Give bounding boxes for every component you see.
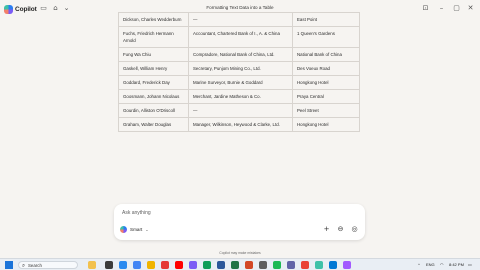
table-cell-name: Fuchs, Friedrich Hermann Arnold: [118, 27, 188, 47]
table-row: Dickson, Charles Wedderburn — East Point: [118, 12, 360, 27]
add-icon[interactable]: +: [322, 225, 331, 234]
window-title: Formatting Text Data into a Table: [206, 5, 274, 10]
app-icon-green[interactable]: [203, 261, 211, 269]
app-icon-violet[interactable]: [343, 261, 351, 269]
table-cell-occupation: —: [188, 104, 292, 117]
table-cell-address: National Bank of China: [292, 48, 360, 61]
table-cell-occupation: Manager, Wilkinson, Heywood & Clarke, Lt…: [188, 118, 292, 131]
table-cell-name: Gourdin, Alliston O'Driscoll: [118, 104, 188, 117]
language-indicator[interactable]: ENG: [426, 261, 435, 269]
table-row: Goddard, Frederick Day Marine Surveyor, …: [118, 76, 360, 90]
table-cell-occupation: Accountant, Chartered Bank of I., A. & C…: [188, 27, 292, 47]
table-cell-address: Praya Central: [292, 90, 360, 103]
microphone-icon[interactable]: ◎: [350, 225, 359, 234]
mode-label: Smart: [130, 227, 143, 232]
message-composer[interactable]: Ask anything Smart ⌄ + ⊖ ◎: [114, 204, 365, 240]
chevron-down-icon: ⌄: [145, 227, 149, 232]
data-table: Dickson, Charles Wedderburn — East Point…: [118, 12, 360, 132]
teams-icon[interactable]: [287, 261, 295, 269]
pin-icon[interactable]: ⊡: [421, 4, 430, 13]
task-view-icon[interactable]: [105, 261, 113, 269]
powerpoint-icon[interactable]: [245, 261, 253, 269]
copilot-taskbar-icon[interactable]: [315, 261, 323, 269]
start-icon[interactable]: [5, 261, 13, 269]
taskbar: ⌕ Search ^ ENG ◠ 8:42 PM ▭: [0, 258, 480, 270]
minimize-icon[interactable]: –: [437, 4, 446, 13]
message-input[interactable]: Ask anything: [122, 210, 151, 216]
tray-chevron-icon[interactable]: ^: [418, 261, 420, 269]
table-row: Gourdin, Alliston O'Driscoll — Peel Stre…: [118, 104, 360, 118]
table-cell-address: Hongkong Hotel: [292, 76, 360, 89]
table-row: Graham, Walter Douglas Manager, Wilkinso…: [118, 118, 360, 132]
app-icon-blue[interactable]: [329, 261, 337, 269]
table-cell-occupation: Merchant, Jardine Matheson & Co.: [188, 90, 292, 103]
close-icon[interactable]: ✕: [466, 4, 475, 13]
word-icon[interactable]: [217, 261, 225, 269]
widgets-icon[interactable]: [88, 261, 96, 269]
maximize-icon[interactable]: ▢: [452, 4, 461, 13]
youtube-icon[interactable]: [175, 261, 183, 269]
file-explorer-icon[interactable]: [147, 261, 155, 269]
disclaimer-text: Copilot may make mistakes: [219, 251, 261, 255]
table-cell-occupation: —: [188, 13, 292, 26]
table-cell-address: East Point: [292, 13, 360, 26]
table-cell-name: Graham, Walter Douglas: [118, 118, 188, 131]
app-icon-gray[interactable]: [259, 261, 267, 269]
table-cell-address: Des Voeux Road: [292, 62, 360, 75]
vision-icon[interactable]: ⊖: [336, 225, 345, 234]
clock[interactable]: 8:42 PM: [449, 261, 464, 269]
gmail-icon[interactable]: [301, 261, 309, 269]
edge-icon[interactable]: [119, 261, 127, 269]
table-row: Fung Wa Chiu Compradore, National Bank o…: [118, 48, 360, 62]
wifi-icon[interactable]: ◠: [440, 261, 444, 269]
app-icon-teal[interactable]: [273, 261, 281, 269]
table-cell-name: Goosmann, Johann Nicolaus: [118, 90, 188, 103]
taskbar-search[interactable]: ⌕ Search: [18, 261, 78, 269]
table-cell-name: Gaskell, William Henry: [118, 62, 188, 75]
chat-content[interactable]: Dickson, Charles Wedderburn — East Point…: [118, 12, 360, 198]
table-row: Goosmann, Johann Nicolaus Merchant, Jard…: [118, 90, 360, 104]
table-row: Gaskell, William Henry Secretary, Punjom…: [118, 62, 360, 76]
excel-icon[interactable]: [231, 261, 239, 269]
search-icon: ⌕: [22, 263, 26, 269]
table-cell-address: Peel Street: [292, 104, 360, 117]
mode-selector[interactable]: Smart ⌄: [120, 225, 149, 234]
table-cell-name: Dickson, Charles Wedderburn: [118, 13, 188, 26]
app-icon-purple[interactable]: [189, 261, 197, 269]
chrome-icon[interactable]: [133, 261, 141, 269]
table-cell-name: Fung Wa Chiu: [118, 48, 188, 61]
scroll-fade: [118, 172, 360, 198]
table-cell-occupation: Secretary, Punjom Mining Co., Ltd.: [188, 62, 292, 75]
smart-mode-icon: [120, 226, 127, 233]
notification-icon[interactable]: ▭: [468, 261, 472, 269]
table-cell-address: Hongkong Hotel: [292, 118, 360, 131]
table-cell-occupation: Marine Surveyor, Burnie & Goddard: [188, 76, 292, 89]
table-cell-address: 1 Queen's Gardens: [292, 27, 360, 47]
table-cell-name: Goddard, Frederick Day: [118, 76, 188, 89]
table-cell-occupation: Compradore, National Bank of China, Ltd.: [188, 48, 292, 61]
search-label: Search: [28, 263, 42, 268]
app-icon-red[interactable]: [161, 261, 169, 269]
table-row: Fuchs, Friedrich Hermann Arnold Accounta…: [118, 27, 360, 48]
